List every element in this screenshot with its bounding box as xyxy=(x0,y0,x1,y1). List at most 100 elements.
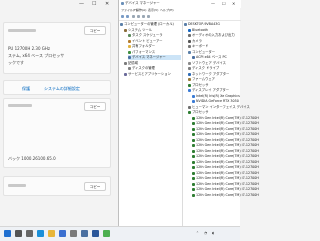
device-tree-item[interactable]: ディスプレイ アダプター xyxy=(188,88,242,93)
device-tree-item[interactable]: コンピューター xyxy=(188,50,242,55)
device-tree-item[interactable]: 12th Gen Intel(R) Core(TM) i7-12700H xyxy=(192,176,259,181)
device-tree-item[interactable]: DESKTOP-9VBA43G xyxy=(184,22,242,27)
pen-text: ックです xyxy=(8,60,24,65)
console-tree-item-label: イベント ビューアー xyxy=(132,38,163,43)
back-icon[interactable] xyxy=(121,15,124,18)
close-icon[interactable]: ✕ xyxy=(105,1,109,7)
edge-icon[interactable] xyxy=(37,230,44,237)
forward-icon[interactable] xyxy=(126,15,129,18)
device-tree-item[interactable]: 12th Gen Intel(R) Core(TM) i7-12700H xyxy=(192,127,259,132)
device-tree-item[interactable]: ファームウェア xyxy=(188,77,242,82)
console-tree-item[interactable]: デバイス マネージャー xyxy=(128,55,181,60)
console-tree-item[interactable]: システム ツール xyxy=(124,28,181,33)
device-tree-item-label: 12th Gen Intel(R) Core(TM) i7-12700H xyxy=(196,137,259,142)
device-tree-item-label: 12th Gen Intel(R) Core(TM) i7-12700H xyxy=(196,143,259,147)
device-tree-item[interactable]: プロセッサ xyxy=(188,110,242,115)
device-tree-item-label: ヒューマン インターフェイス デバイス xyxy=(192,104,250,109)
console-tree-item[interactable]: 記憶域 xyxy=(124,61,181,66)
device-tree-item[interactable]: 12th Gen Intel(R) Core(TM) i7-12700H xyxy=(192,154,259,159)
store-icon[interactable] xyxy=(59,230,66,237)
device-tree-item-label: 12th Gen Intel(R) Core(TM) i7-12700H xyxy=(196,170,259,175)
explorer-icon[interactable] xyxy=(48,230,55,237)
device-tree-item[interactable]: キーボード xyxy=(188,44,242,49)
device-tree-item[interactable]: NVIDIA GeForce RTX 3050 xyxy=(192,99,242,104)
tools-icon xyxy=(124,28,127,32)
dm-maximize-icon[interactable]: ☐ xyxy=(222,1,226,6)
device-tree-item[interactable]: ソフトウェア デバイス xyxy=(188,61,242,66)
software-icon xyxy=(188,61,191,65)
dm-titlebar: デバイス マネージャー — ☐ ✕ xyxy=(119,0,241,8)
start-icon[interactable] xyxy=(4,230,11,237)
dm-minimize-icon[interactable]: — xyxy=(211,1,215,6)
display-icon xyxy=(192,94,195,98)
device-tree-item-label: ソフトウェア デバイス xyxy=(192,60,226,65)
device-tree-item[interactable]: 12th Gen Intel(R) Core(TM) i7-12700H xyxy=(192,187,259,192)
device-tree-item-label: DESKTOP-9VBA43G xyxy=(188,22,220,26)
console-tree-item[interactable]: ディスクの管理 xyxy=(128,66,181,71)
cpu-icon xyxy=(192,133,195,136)
device-tree-item[interactable]: ACPI x64 ベース PC xyxy=(192,55,242,60)
console-tree-item[interactable]: サービスとアプリケーション xyxy=(124,72,181,77)
device-tree-item[interactable]: プロセッサ xyxy=(188,83,242,88)
taskview-icon[interactable] xyxy=(26,230,33,237)
console-tree-item-label: 共有フォルダー xyxy=(132,44,156,48)
device-tree-item[interactable]: 12th Gen Intel(R) Core(TM) i7-12700H xyxy=(192,116,259,121)
device-tree-item[interactable]: 12th Gen Intel(R) Core(TM) i7-12700H xyxy=(192,138,259,143)
word-icon[interactable] xyxy=(92,230,99,237)
link-advanced-settings[interactable]: システムの詳細設定 xyxy=(44,86,80,91)
cpu-icon xyxy=(192,188,195,191)
properties-icon[interactable] xyxy=(137,15,140,18)
settings-icon[interactable] xyxy=(70,230,77,237)
device-tree-item[interactable]: オーディオの入力および出力 xyxy=(188,33,242,38)
version-text: バック 1000.26100.65.0 xyxy=(8,156,56,161)
device-tree-item[interactable]: 12th Gen Intel(R) Core(TM) i7-12700H xyxy=(192,193,259,198)
device-tree-item[interactable]: 12th Gen Intel(R) Core(TM) i7-12700H xyxy=(192,165,259,170)
device-tree-item[interactable]: ディスク ドライブ xyxy=(188,66,242,71)
wifi-icon[interactable]: ◔ xyxy=(204,231,207,235)
spec-label-placeholder xyxy=(8,104,32,107)
copy-button-3[interactable]: コピー xyxy=(84,182,106,191)
help-icon[interactable] xyxy=(142,15,145,18)
device-manager-icon[interactable] xyxy=(81,230,88,237)
device-tree-item[interactable]: 12th Gen Intel(R) Core(TM) i7-12700H xyxy=(192,121,259,126)
device-tree-item-label: Intel(R) Iris(R) Xe Graphics xyxy=(196,93,240,98)
maximize-icon[interactable]: ☐ xyxy=(92,1,96,7)
console-tree-item[interactable]: タスク スケジューラ xyxy=(128,33,181,38)
console-tree-item[interactable]: パフォーマンス xyxy=(128,50,181,55)
copy-button-2[interactable]: コピー xyxy=(84,102,106,111)
minimize-icon[interactable]: — xyxy=(79,1,84,7)
chrome-icon[interactable] xyxy=(103,230,110,237)
search-icon[interactable] xyxy=(15,230,22,237)
up-icon[interactable] xyxy=(132,15,135,18)
console-tree-item[interactable]: 共有フォルダー xyxy=(128,44,181,49)
device-tree-item-label: ACPI x64 ベース PC xyxy=(196,55,227,59)
cpu-icon xyxy=(192,122,195,125)
dm-close-icon[interactable]: ✕ xyxy=(232,1,235,6)
scan-icon[interactable] xyxy=(147,15,150,18)
spec-label-placeholder xyxy=(8,184,26,187)
console-tree-item[interactable]: コンピューターの管理 (ローカル) xyxy=(120,22,181,27)
device-tree-item[interactable]: 12th Gen Intel(R) Core(TM) i7-12700H xyxy=(192,149,259,154)
windows-spec-card: コピー バック 1000.26100.65.0 xyxy=(3,98,111,168)
cpu-icon xyxy=(192,149,195,153)
tray-up-icon[interactable]: ⌃ xyxy=(196,231,199,235)
cpu-icon xyxy=(192,144,195,147)
link-protection[interactable]: 保護 xyxy=(22,86,30,91)
volume-icon[interactable]: ◖ xyxy=(212,231,214,235)
device-tree-item[interactable]: 12th Gen Intel(R) Core(TM) i7-12700H xyxy=(192,132,259,137)
device-tree-item[interactable]: カメラ xyxy=(188,39,242,44)
copy-button[interactable]: コピー xyxy=(84,26,106,35)
console-tree-item[interactable]: イベント ビューアー xyxy=(128,39,181,44)
device-tree-item[interactable]: ネットワーク アダプター xyxy=(188,72,242,77)
device-tree-item[interactable]: 12th Gen Intel(R) Core(TM) i7-12700H xyxy=(192,182,259,187)
device-tree-item[interactable]: 12th Gen Intel(R) Core(TM) i7-12700H xyxy=(192,143,259,148)
device-tree-item[interactable]: Bluetooth xyxy=(188,28,242,33)
device-tree-item-label: ディスプレイ アダプター xyxy=(192,88,230,92)
network-icon xyxy=(188,72,191,76)
device-tree-item[interactable]: ヒューマン インターフェイス デバイス xyxy=(188,105,250,110)
cpu-icon xyxy=(192,182,195,186)
device-tree-item[interactable]: 12th Gen Intel(R) Core(TM) i7-12700H xyxy=(192,171,259,176)
device-tree-item[interactable]: Intel(R) Iris(R) Xe Graphics xyxy=(192,94,242,99)
device-tree-item[interactable]: 12th Gen Intel(R) Core(TM) i7-12700H xyxy=(192,160,259,165)
console-tree-item-label: 記憶域 xyxy=(128,60,138,65)
